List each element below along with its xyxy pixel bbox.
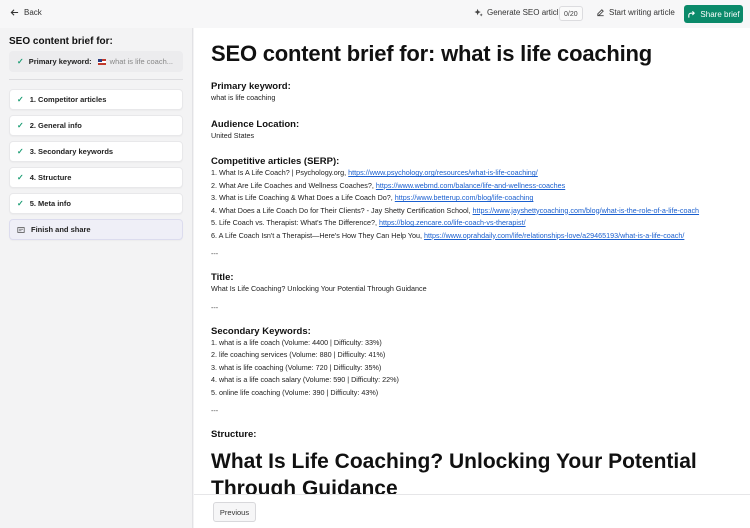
audience-heading: Audience Location:	[211, 118, 300, 130]
footer-bar: Previous	[194, 494, 750, 528]
step-label: 5. Meta info	[29, 199, 71, 208]
page-title: SEO content brief for: what is life coac…	[211, 41, 653, 66]
separator: ---	[211, 302, 219, 312]
competitor-link[interactable]: https://www.oprahdaily.com/life/relation…	[424, 231, 684, 240]
write-label: Start writing article	[609, 8, 675, 17]
step-general-info[interactable]: ✓ 2. General info	[9, 115, 183, 136]
back-label: Back	[24, 8, 42, 17]
check-icon: ✓	[17, 95, 24, 104]
primary-keyword-card[interactable]: ✓ Primary keyword: what is life coach...	[9, 51, 183, 72]
step-label: 4. Structure	[29, 173, 72, 182]
sparkle-icon	[474, 8, 483, 17]
step-meta-info[interactable]: ✓ 5. Meta info	[9, 193, 183, 214]
competitor-item: 1. What Is A Life Coach? | Psychology.or…	[211, 168, 538, 177]
secondary-keyword-item: 2. life coaching services (Volume: 880 |…	[211, 350, 386, 359]
step-structure[interactable]: ✓ 4. Structure	[9, 167, 183, 188]
competitor-item: 3. What is Life Coaching & What Does a L…	[211, 193, 534, 202]
competitor-item: 6. A Life Coach Isn't a Therapist—Here's…	[211, 230, 685, 240]
structure-h1: What Is Life Coaching? Unlocking Your Po…	[211, 450, 697, 494]
competitor-link[interactable]: https://www.psychology.org/resources/wha…	[348, 168, 538, 177]
separator: ---	[211, 406, 219, 415]
share-brief-button[interactable]: Share brief	[684, 5, 743, 23]
step-finish-and-share[interactable]: Finish and share	[9, 219, 183, 240]
step-secondary-keywords[interactable]: ✓ 3. Secondary keywords	[9, 141, 183, 162]
primary-keyword-heading: Primary keyword:	[211, 81, 291, 92]
competitor-item: 2. What Are Life Coaches and Wellness Co…	[211, 180, 566, 190]
competitor-link[interactable]: https://www.webmd.com/balance/life-and-w…	[376, 181, 565, 190]
competitor-item: 5. Life Coach vs. Therapist: What's The …	[211, 218, 526, 227]
secondary-keyword-item: 5. online life coaching (Volume: 390 | D…	[211, 387, 379, 397]
competitor-link[interactable]: https://blog.zencare.co/life-coach-vs-th…	[379, 218, 526, 227]
article-title-text: What Is Life Coaching? Unlocking Your Po…	[211, 284, 427, 293]
back-button[interactable]: Back	[10, 8, 42, 17]
audience-text: United States	[211, 130, 255, 140]
check-icon: ✓	[17, 121, 24, 130]
previous-button[interactable]: Previous	[213, 502, 256, 522]
share-label: Share brief	[700, 9, 740, 19]
check-icon: ✓	[17, 173, 24, 182]
competitor-item: 4. What Does a Life Coach Do for Their C…	[211, 205, 700, 215]
step-label: Finish and share	[31, 225, 91, 234]
step-label: 3. Secondary keywords	[29, 147, 114, 156]
top-bar: Back Generate SEO article 0/20 Start wri…	[0, 0, 750, 28]
step-label: 1. Competitor articles	[29, 95, 107, 104]
start-writing-button[interactable]: Start writing article	[596, 8, 675, 17]
edit-icon	[597, 9, 604, 17]
primary-keyword-text: what is life coaching	[211, 93, 276, 102]
brief-document: SEO content brief for: what is life coac…	[194, 28, 750, 494]
generate-count-badge: 0/20	[559, 6, 583, 21]
competitor-link[interactable]: https://www.betterup.com/blog/life-coach…	[395, 193, 534, 202]
separator: ---	[211, 249, 219, 258]
competitors-heading: Competitive articles (SERP):	[211, 156, 340, 167]
share-icon	[688, 10, 696, 18]
primary-keyword-label: Primary keyword:	[28, 57, 92, 66]
secondary-keyword-item: 3. what is life coaching (Volume: 720 | …	[211, 362, 382, 372]
secondary-keyword-item: 4. what is a life coach salary (Volume: …	[211, 375, 399, 384]
sidebar: SEO content brief for: ✓ Primary keyword…	[0, 28, 193, 528]
primary-keyword-value: what is life coach...	[109, 57, 174, 66]
step-label: 2. General info	[29, 121, 82, 130]
sidebar-divider	[9, 79, 183, 80]
us-flag-icon	[97, 58, 106, 65]
arrow-left-icon	[10, 9, 19, 16]
check-icon: ✓	[17, 199, 24, 208]
document-icon	[17, 226, 25, 233]
structure-heading: Structure:	[211, 429, 257, 440]
generate-seo-article-button[interactable]: Generate SEO article	[474, 8, 563, 17]
generate-label: Generate SEO article	[487, 8, 564, 17]
competitor-link[interactable]: https://www.jayshettycoaching.com/blog/w…	[473, 206, 700, 215]
check-icon: ✓	[17, 57, 24, 66]
title-heading: Title:	[211, 272, 234, 283]
secondary-keyword-item: 1. what is a life coach (Volume: 4400 | …	[211, 337, 382, 347]
check-icon: ✓	[17, 147, 24, 156]
step-competitor-articles[interactable]: ✓ 1. Competitor articles	[9, 89, 183, 110]
sidebar-title: SEO content brief for:	[9, 36, 113, 47]
secondary-keywords-heading: Secondary Keywords:	[211, 325, 311, 337]
